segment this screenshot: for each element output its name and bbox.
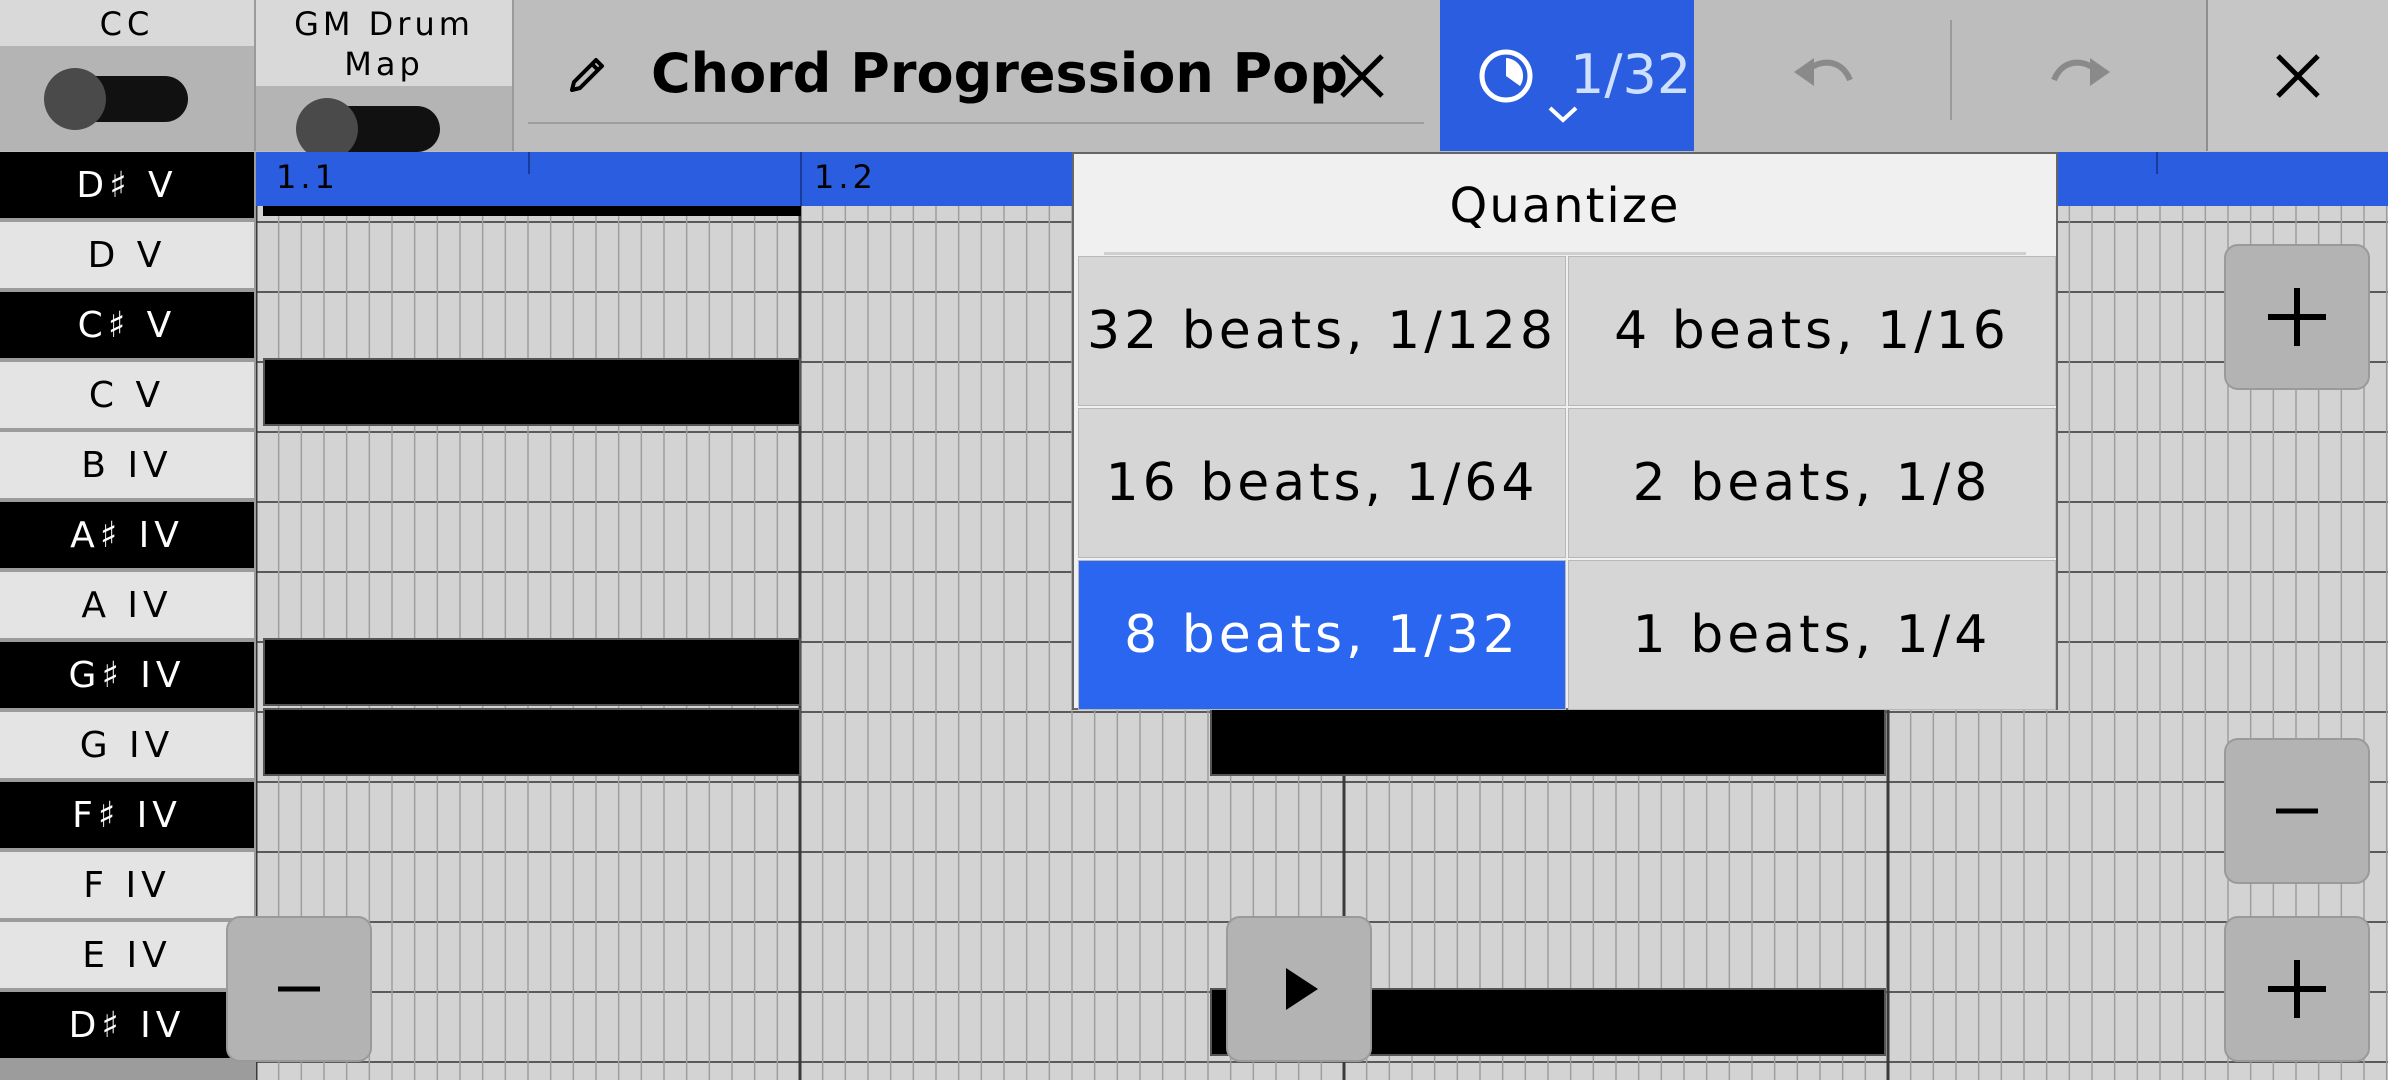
piano-key[interactable]: E IV xyxy=(0,922,254,988)
redo-icon xyxy=(2051,58,2110,86)
play-icon xyxy=(1286,968,1318,1010)
minus-icon xyxy=(2276,808,2318,814)
pencil-icon[interactable] xyxy=(558,44,618,104)
quantize-value: 1/32 xyxy=(1570,43,1692,106)
ruler-tick xyxy=(528,152,530,174)
popup-title: Quantize xyxy=(1449,178,1681,234)
close-editor-button[interactable] xyxy=(2208,0,2388,151)
piano-key[interactable]: A♯ IV xyxy=(0,502,254,568)
note-selection-bar xyxy=(263,206,801,216)
piano-key[interactable]: G IV xyxy=(0,712,254,778)
redo-button[interactable] xyxy=(1952,0,2208,151)
zoom-in-vertical-button[interactable] xyxy=(2224,244,2370,390)
gm-drum-map-toggle-knob xyxy=(296,98,358,160)
gm-drum-map-label: GM Drum Map xyxy=(256,0,512,86)
piano-key[interactable]: D♯ V xyxy=(0,152,254,218)
clear-title-icon[interactable] xyxy=(1330,44,1394,108)
zoom-out-vertical-button[interactable] xyxy=(2224,738,2370,884)
undo-button[interactable] xyxy=(1696,0,1950,151)
cc-label: CC xyxy=(0,0,254,46)
quantize-option-2-beats[interactable]: 2 beats, 1/8 xyxy=(1568,408,2056,558)
gm-drum-map-panel: GM Drum Map xyxy=(256,0,514,160)
minus-icon xyxy=(278,986,320,992)
quantize-option-8-beats[interactable]: 8 beats, 1/32 xyxy=(1078,560,1566,710)
song-title[interactable]: Chord Progression Pop xyxy=(651,34,1348,114)
quantize-option-1-beats[interactable]: 1 beats, 1/4 xyxy=(1568,560,2056,710)
plus-icon xyxy=(2268,288,2326,346)
piano-key[interactable]: D♯ IV xyxy=(0,992,254,1058)
bar-label: 1.1 xyxy=(276,158,339,196)
cc-toggle-panel: CC xyxy=(0,0,256,151)
quantize-option-16-beats[interactable]: 16 beats, 1/64 xyxy=(1078,408,1566,558)
note[interactable] xyxy=(263,708,801,776)
ruler-tick xyxy=(2156,152,2158,174)
piano-keys: D♯ VD V C♯ VC VB IV A♯ IV A IV G♯ IV G IV F♯ I… xyxy=(0,152,256,1080)
quantize-popup: Quantize 32 beats, 1/128 4 beats, 1/16 1… xyxy=(1072,152,2058,710)
title-underline xyxy=(528,122,1424,124)
popup-divider xyxy=(1104,252,2026,255)
chevron-down-icon xyxy=(1548,106,1578,123)
zoom-out-horizontal-button[interactable] xyxy=(226,916,372,1062)
quantize-option-32-beats[interactable]: 32 beats, 1/128 xyxy=(1078,256,1566,406)
piano-key[interactable]: C♯ V xyxy=(0,292,254,358)
quantize-option-4-beats[interactable]: 4 beats, 1/16 xyxy=(1568,256,2056,406)
gm-drum-map-toggle[interactable] xyxy=(296,98,440,160)
piano-key[interactable]: C V xyxy=(0,362,254,428)
song-title-area[interactable]: Chord Progression Pop xyxy=(514,0,1438,151)
play-button[interactable] xyxy=(1226,916,1372,1062)
close-icon xyxy=(2276,54,2320,98)
note[interactable] xyxy=(263,358,801,426)
note[interactable] xyxy=(263,638,801,706)
undo-icon xyxy=(1794,58,1853,86)
piano-key[interactable]: F♯ IV xyxy=(0,782,254,848)
cc-toggle-knob xyxy=(44,68,106,130)
piano-key[interactable]: D V xyxy=(0,222,254,288)
quantize-button[interactable]: 1/32 xyxy=(1440,0,1694,151)
clock-icon xyxy=(1479,49,1533,103)
cc-toggle[interactable] xyxy=(44,68,188,130)
piano-key[interactable]: G♯ IV xyxy=(0,642,254,708)
plus-icon xyxy=(2268,960,2326,1018)
piano-key[interactable]: A IV xyxy=(0,572,254,638)
bar-label: 1.2 xyxy=(814,158,877,196)
toolbar: CC GM Drum Map Chord Progression Pop 1/3… xyxy=(0,0,2388,160)
note[interactable] xyxy=(1210,708,1886,776)
ruler-bar-line xyxy=(800,152,802,206)
piano-key[interactable]: F IV xyxy=(0,852,254,918)
zoom-in-horizontal-button[interactable] xyxy=(2224,916,2370,1062)
piano-key[interactable]: B IV xyxy=(0,432,254,498)
